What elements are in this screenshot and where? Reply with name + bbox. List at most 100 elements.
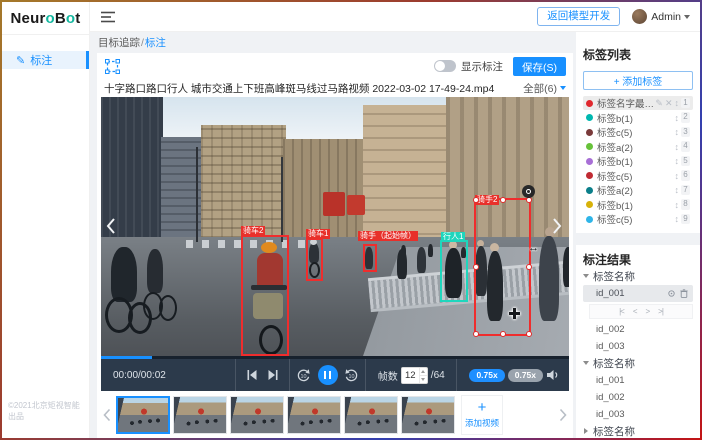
scene-building <box>363 105 448 247</box>
label-row[interactable]: 标签c(5) ↕3 <box>583 125 693 139</box>
result-item-selected[interactable]: id_001 <box>583 285 693 302</box>
result-item[interactable]: id_002 <box>583 321 693 338</box>
sort-label-icon[interactable]: ↕ <box>675 98 680 108</box>
label-color-dot <box>586 114 593 121</box>
video-thumbnail-3[interactable] <box>230 396 284 434</box>
menu-collapse-icon[interactable] <box>100 11 116 23</box>
scene-lamppost <box>196 147 198 242</box>
pause-button[interactable] <box>318 365 338 385</box>
forward-10-icon[interactable]: 10 <box>344 368 359 383</box>
back-to-model-dev-button[interactable]: 返回模型开发 <box>537 7 620 26</box>
sort-label-icon[interactable]: ↕ <box>675 200 680 210</box>
box-anchor-icon[interactable] <box>522 185 535 198</box>
frame-number-input[interactable] <box>402 368 419 383</box>
bbox-cyclist-1[interactable]: 骑车1 <box>306 238 323 281</box>
label-index-badge: 2 <box>681 112 690 123</box>
bbox-label[interactable]: 骑车1 <box>306 229 330 239</box>
pencil-icon: ✎ <box>16 54 25 67</box>
sort-label-icon[interactable]: ↕ <box>675 113 680 123</box>
volume-icon[interactable] <box>546 369 559 381</box>
chevron-right-icon <box>584 428 588 434</box>
sort-label-icon[interactable]: ↕ <box>675 185 680 195</box>
save-button[interactable]: 保存(S) <box>513 57 566 76</box>
result-item[interactable]: id_003 <box>583 338 693 355</box>
show-annotation-toggle[interactable] <box>434 60 456 72</box>
svg-text:10: 10 <box>348 373 354 379</box>
rect-select-tool-icon[interactable] <box>104 58 121 75</box>
video-canvas[interactable]: 骑车2 骑车1 骑手（起始帧） 行人1 骑手2 <box>101 97 569 356</box>
resize-handle[interactable] <box>526 331 532 337</box>
label-row[interactable]: 标签b(1) ↕2 <box>583 111 693 125</box>
speed-button[interactable]: 0.75x <box>508 369 543 382</box>
first-page-icon[interactable] <box>619 307 624 316</box>
bbox-rider-startframe[interactable] <box>363 244 377 272</box>
sort-label-icon[interactable]: ↕ <box>675 171 680 181</box>
next-frame-icon[interactable] <box>267 369 279 381</box>
result-group-header[interactable]: 标签名称 <box>583 268 693 285</box>
filter-all-dropdown[interactable]: 全部(6) <box>523 81 566 96</box>
frame-up-icon[interactable] <box>420 368 427 376</box>
video-next-button[interactable] <box>549 214 565 238</box>
frame-down-icon[interactable] <box>420 376 427 383</box>
bbox-label[interactable]: 骑车2 <box>241 226 265 236</box>
bbox-pedestrian-1[interactable]: 行人1 <box>440 240 468 302</box>
video-thumbnail-1[interactable] <box>116 396 170 434</box>
video-thumbnail-4[interactable] <box>287 396 341 434</box>
rewind-10-icon[interactable]: 10 <box>296 368 311 383</box>
bbox-label[interactable]: 行人1 <box>441 232 465 242</box>
bbox-cyclist-2[interactable]: 骑车2 <box>241 235 289 356</box>
result-item[interactable]: id_001 <box>583 372 693 389</box>
locate-icon[interactable] <box>667 289 676 298</box>
avatar[interactable] <box>632 9 647 24</box>
add-video-button[interactable]: +添加视频 <box>461 395 503 435</box>
resize-handle[interactable] <box>473 264 479 270</box>
label-row[interactable]: 标签名字最长数... ✎✕↕1 <box>583 96 693 110</box>
video-thumbnail-2[interactable] <box>173 396 227 434</box>
video-prev-button[interactable] <box>103 214 119 238</box>
result-group-header[interactable]: 标签名称 <box>583 355 693 372</box>
label-index-badge: 6 <box>681 170 690 181</box>
result-item[interactable]: id_002 <box>583 389 693 406</box>
resize-handle[interactable] <box>473 331 479 337</box>
label-row[interactable]: 标签b(1) ↕5 <box>583 154 693 168</box>
add-label-button[interactable]: + 添加标签 <box>583 71 693 90</box>
resize-handle[interactable] <box>500 331 506 337</box>
prev-page-icon[interactable] <box>633 307 637 316</box>
chevron-down-icon <box>684 15 690 19</box>
sort-label-icon[interactable]: ↕ <box>675 156 680 166</box>
user-menu[interactable]: Admin <box>651 11 690 23</box>
resize-handle[interactable] <box>500 197 506 203</box>
prev-frame-icon[interactable] <box>246 369 258 381</box>
sidebar-item-label: 标注 <box>30 52 52 68</box>
label-row[interactable]: 标签a(2) ↕4 <box>583 140 693 154</box>
edit-label-icon[interactable]: ✎ <box>655 98 663 109</box>
frame-number-stepper[interactable] <box>401 367 428 384</box>
delete-label-icon[interactable]: ✕ <box>665 98 673 109</box>
sort-label-icon[interactable]: ↕ <box>675 142 680 152</box>
panel-divider <box>576 233 700 245</box>
label-row[interactable]: 标签a(2) ↕7 <box>583 183 693 197</box>
label-row[interactable]: 标签b(1) ↕8 <box>583 198 693 212</box>
speed-button-active[interactable]: 0.75x <box>469 369 504 382</box>
strip-prev-icon[interactable] <box>101 395 113 435</box>
breadcrumb-parent[interactable]: 目标追踪 <box>98 35 140 50</box>
video-thumbnail-6[interactable] <box>401 396 455 434</box>
resize-handle[interactable] <box>473 197 479 203</box>
last-page-icon[interactable] <box>658 307 663 316</box>
result-group-header-collapsed[interactable]: 标签名称 <box>583 423 693 439</box>
bbox-selected-rider-2[interactable]: 骑手2 ↔ <box>474 198 531 336</box>
sort-label-icon[interactable]: ↕ <box>675 127 680 137</box>
frame-pagination <box>589 304 693 319</box>
label-row[interactable]: 标签c(5) ↕6 <box>583 169 693 183</box>
sort-label-icon[interactable]: ↕ <box>675 214 680 224</box>
next-page-icon[interactable] <box>646 307 650 316</box>
strip-next-icon[interactable] <box>557 395 569 435</box>
label-row[interactable]: 标签c(5) ↕9 <box>583 212 693 226</box>
trash-icon[interactable] <box>680 289 688 298</box>
resize-handle[interactable] <box>526 264 532 270</box>
result-item[interactable]: id_003 <box>583 406 693 423</box>
scene-pedestrian <box>539 236 559 321</box>
video-thumbnail-5[interactable] <box>344 396 398 434</box>
sidebar-item-annotate[interactable]: ✎ 标注 <box>2 51 89 69</box>
bbox-label[interactable]: 骑手（起始帧） <box>358 231 418 241</box>
